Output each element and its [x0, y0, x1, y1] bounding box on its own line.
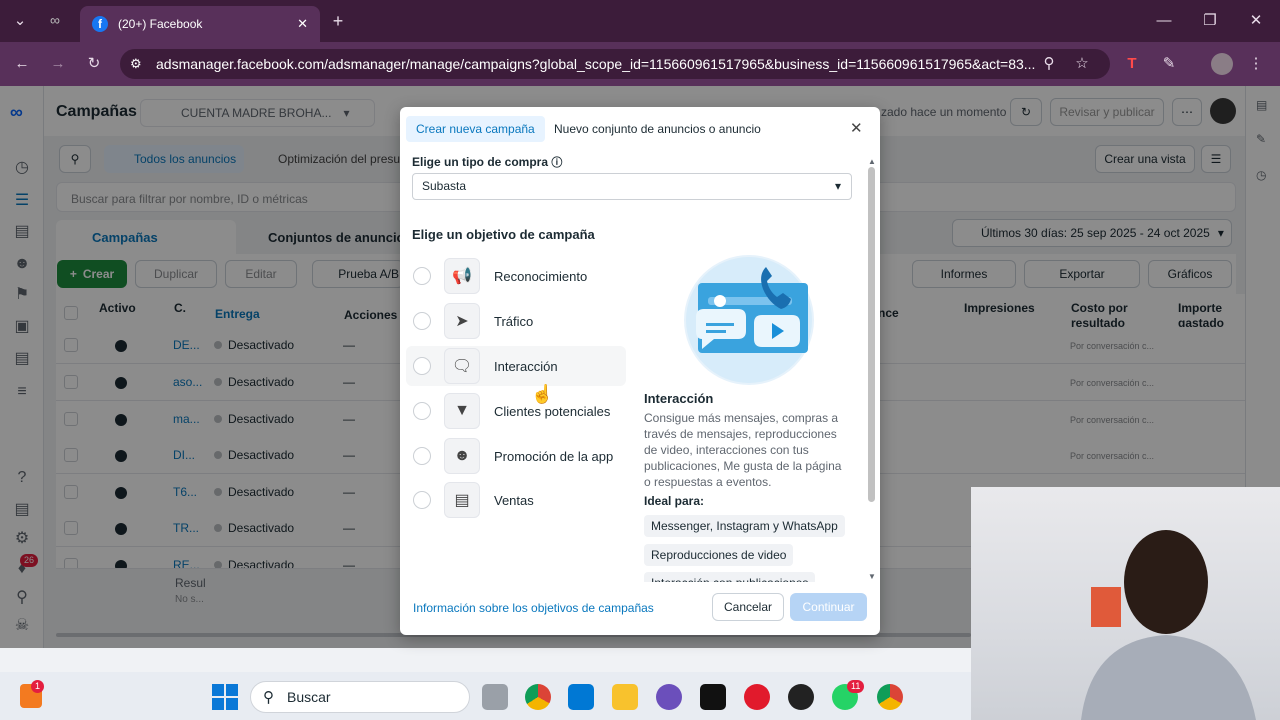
dialog-scrollbar-thumb[interactable]: [868, 167, 875, 502]
store-icon[interactable]: [568, 684, 594, 710]
reload-icon[interactable]: ↻: [82, 52, 106, 76]
tab-title: (20+) Facebook: [118, 17, 203, 31]
footer-divider: [400, 583, 880, 584]
objective-option[interactable]: ▤ Ventas: [406, 480, 626, 520]
people-icon: ☻: [444, 438, 480, 474]
close-window-icon[interactable]: ✕: [1244, 9, 1268, 33]
extensions-puzzle-icon[interactable]: ✎: [1157, 52, 1181, 76]
file-explorer-icon[interactable]: [612, 684, 638, 710]
chip-clip: Interacción con publicaciones: [644, 572, 854, 582]
opera-icon[interactable]: [744, 684, 770, 710]
purchase-type-label: Elige un tipo de compra ⓘ: [412, 154, 562, 170]
minimize-icon[interactable]: —: [1152, 9, 1176, 33]
bookmark-star-icon[interactable]: ☆: [1070, 52, 1094, 76]
notif-badge: 1: [31, 680, 45, 693]
browser-menu-icon[interactable]: ⋮: [1244, 52, 1268, 76]
facebook-favicon-icon: f: [92, 16, 108, 32]
chip-post-engagement: Interacción con publicaciones: [644, 572, 816, 582]
info-icon[interactable]: ⓘ: [551, 157, 562, 169]
objectives-info-link[interactable]: Información sobre los objetivos de campa…: [413, 601, 654, 615]
back-icon[interactable]: ←: [10, 52, 34, 76]
ideal-for-label: Ideal para:: [644, 494, 705, 508]
objective-detail-title: Interacción: [644, 391, 714, 406]
chrome-icon[interactable]: [525, 684, 551, 710]
taskbar-search[interactable]: ⚲ Buscar: [250, 681, 470, 713]
scroll-up-icon[interactable]: ▲: [868, 157, 876, 166]
scroll-down-icon[interactable]: ▼: [868, 572, 876, 581]
tab-new-adset-or-ad[interactable]: Nuevo conjunto de anuncios o anuncio: [544, 116, 771, 142]
chat-bubbles-icon: 🗨: [444, 348, 480, 384]
zoom-icon[interactable]: ⚲: [1037, 52, 1061, 76]
objective-detail-text: Consigue más mensajes, compras a través …: [644, 411, 842, 489]
objective-option[interactable]: ➤ Tráfico: [406, 301, 626, 341]
objective-option[interactable]: ▼ Clientes potenciales: [406, 391, 626, 431]
continue-button[interactable]: Continuar: [790, 593, 867, 621]
objective-option[interactable]: 📢 Reconocimiento: [406, 256, 626, 296]
objective-label: Reconocimiento: [494, 268, 588, 284]
objective-label: Tráfico: [494, 313, 534, 329]
funnel-icon: ▼: [444, 393, 480, 429]
objective-heading: Elige un objetivo de campaña: [412, 227, 595, 242]
objective-label: Clientes potenciales: [494, 403, 611, 419]
cursor-icon: ➤: [444, 303, 480, 339]
webcam-person-image: [1081, 530, 1256, 720]
chatgpt-icon[interactable]: [788, 684, 814, 710]
purchase-type-value: Subasta: [422, 179, 467, 193]
restore-icon[interactable]: ❐: [1198, 9, 1222, 33]
chevron-down-icon: ▾: [834, 179, 841, 193]
objective-radio[interactable]: [413, 491, 431, 509]
task-view-icon[interactable]: [482, 684, 508, 710]
objective-radio[interactable]: [413, 447, 431, 465]
windows-start-icon[interactable]: [212, 684, 238, 710]
shopping-bag-icon: ▤: [444, 482, 480, 518]
tab-list-chevron-icon[interactable]: ⌄: [8, 9, 32, 33]
new-tab-icon[interactable]: +: [326, 9, 350, 33]
forward-icon[interactable]: →: [46, 52, 70, 76]
objective-radio[interactable]: [413, 402, 431, 420]
objective-label: Promoción de la app: [494, 448, 614, 464]
site-info-icon[interactable]: ⚙: [130, 49, 142, 79]
objective-label: Interacción: [494, 358, 558, 374]
url-field[interactable]: ⚙ adsmanager.facebook.com/adsmanager/man…: [120, 49, 1110, 79]
purchase-type-select[interactable]: Subasta ▾: [412, 173, 852, 200]
purchase-type-label-text: Elige un tipo de compra: [412, 155, 549, 169]
profile-avatar[interactable]: [1211, 53, 1233, 75]
search-icon: ⚲: [263, 689, 274, 706]
illustration-svg: [686, 257, 812, 383]
webcam-overlay: [971, 487, 1280, 720]
megaphone-icon: 📢: [444, 258, 480, 294]
interaction-illustration: [684, 255, 814, 385]
url-text: adsmanager.facebook.com/adsmanager/manag…: [156, 56, 1036, 72]
chrome-profile-icon[interactable]: [877, 684, 903, 710]
objective-option[interactable]: 🗨 Interacción: [406, 346, 626, 386]
app-purple-icon[interactable]: [656, 684, 682, 710]
whatsapp-badge: 11: [847, 680, 865, 693]
close-tab-icon[interactable]: ✕: [297, 16, 308, 32]
mouse-cursor-icon: ☝: [531, 384, 554, 404]
objective-radio[interactable]: [413, 267, 431, 285]
meta-tab-icon[interactable]: ∞: [50, 12, 60, 28]
taskbar-search-label: Buscar: [287, 689, 331, 705]
browser-tab[interactable]: f (20+) Facebook ✕: [80, 6, 320, 42]
tab-new-campaign[interactable]: Crear nueva campaña: [406, 116, 545, 142]
close-dialog-icon[interactable]: ✕: [850, 119, 863, 137]
objective-radio[interactable]: [413, 312, 431, 330]
chip-messaging: Messenger, Instagram y WhatsApp: [644, 515, 845, 537]
extension-tp-icon[interactable]: T: [1120, 52, 1144, 76]
capcut-icon[interactable]: [700, 684, 726, 710]
objective-radio[interactable]: [413, 357, 431, 375]
objective-label: Ventas: [494, 492, 534, 508]
cancel-button[interactable]: Cancelar: [712, 593, 784, 621]
objective-option[interactable]: ☻ Promoción de la app: [406, 436, 626, 476]
create-campaign-dialog: Crear nueva campaña Nuevo conjunto de an…: [400, 107, 880, 635]
chip-video-views: Reproducciones de video: [644, 544, 794, 566]
